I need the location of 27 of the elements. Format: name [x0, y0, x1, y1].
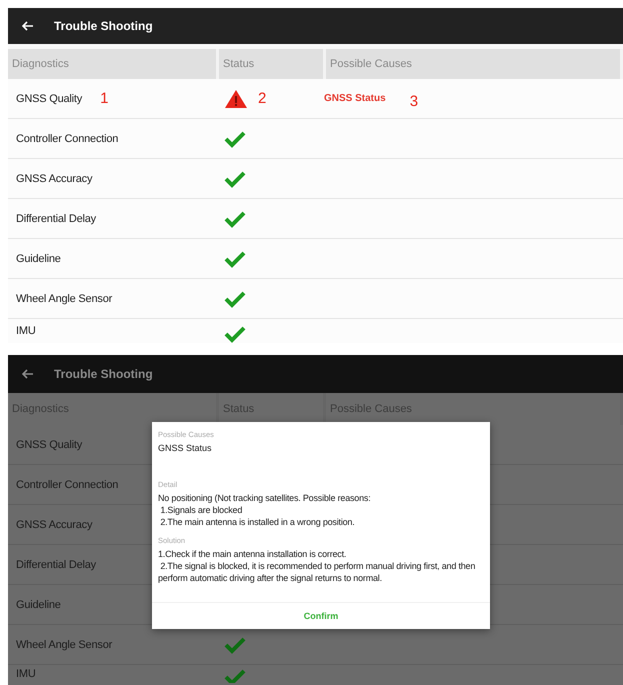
diagnostic-name: GNSS Quality: [16, 438, 82, 450]
detail-text: No positioning (Not tracking satellites. Possible reasons: 1.Signals are blocked 2.The main antenna is installed in a wrong position.: [158, 492, 372, 528]
column-header: Diagnostics: [8, 49, 219, 79]
callout-number: 3: [410, 93, 418, 110]
callout-number: 2: [258, 90, 266, 107]
diagnostic-name: Controller Connection: [16, 132, 118, 144]
diagnostic-name: GNSS Quality: [16, 92, 82, 104]
diagnostic-name: Differential Delay: [16, 212, 96, 224]
diagnostic-name: IMU: [16, 668, 36, 680]
diagnostic-name: Controller Connection: [16, 478, 118, 490]
cause-text: GNSS Status: [158, 442, 213, 454]
column-header: Status: [219, 49, 326, 79]
callout-number: 1: [100, 90, 108, 107]
cause-link[interactable]: GNSS Status: [324, 93, 386, 104]
diagnostic-name: GNSS Accuracy: [16, 518, 92, 530]
diagnostic-name: Guideline: [16, 598, 61, 610]
diagnostic-name: Wheel Angle Sensor: [16, 292, 112, 304]
screen-title: Trouble Shooting: [54, 367, 153, 381]
solution-text: 1.Check if the main antenna installation is correct. 2.The signal is blocked, it is recommended to perform manual driving first, and then perform automatic driving after the signal returns to normal.: [158, 548, 476, 584]
column-header: Possible Causes: [326, 49, 623, 79]
diagnostic-name: Wheel Angle Sensor: [16, 638, 112, 650]
screen-title: Trouble Shooting: [54, 19, 153, 33]
diagnostic-name: Differential Delay: [16, 558, 96, 570]
diagnostic-name: GNSS Accuracy: [16, 172, 92, 184]
confirm-button[interactable]: Confirm: [296, 607, 346, 625]
diagnostic-name: Guideline: [16, 252, 61, 264]
diagnostic-name: IMU: [16, 325, 36, 337]
